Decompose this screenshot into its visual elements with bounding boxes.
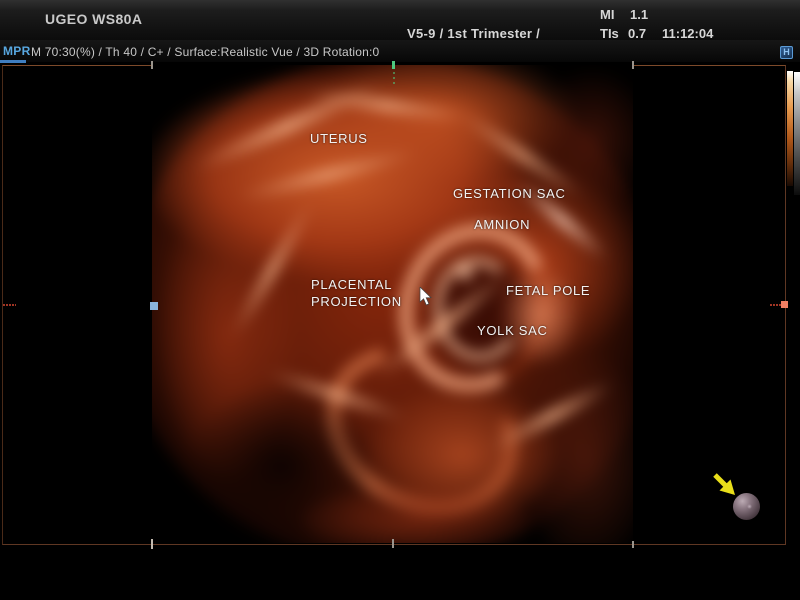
sphere-highlight [747, 504, 752, 509]
colormap-bar-sepia [787, 71, 793, 186]
tick-top-left [151, 61, 153, 69]
mode-badge-mpr[interactable]: MPR [3, 44, 31, 58]
tis-value: 0.7 [628, 26, 646, 41]
colormap-bar-gray [794, 72, 800, 195]
yellow-arrow-icon [711, 471, 741, 501]
plane-marker-right [781, 301, 788, 308]
tick-green-dot [393, 72, 395, 74]
mode-badge-underline [0, 60, 26, 63]
clock: 11:12:04 [662, 26, 713, 41]
window-icon[interactable]: H [780, 46, 793, 59]
annotation-placental-line2: PROJECTION [311, 294, 402, 309]
annotation-amnion: AMNION [474, 217, 530, 232]
annotation-uterus: UTERUS [310, 131, 368, 146]
tick-green-dot [393, 82, 395, 84]
probe-preset: V5-9 / 1st Trimester / [407, 26, 540, 41]
tis-label: TIs [600, 26, 619, 41]
tick-top-center-green [392, 61, 395, 69]
device-name: UGEO WS80A [45, 11, 142, 27]
annotation-fetal-pole: FETAL POLE [506, 283, 590, 298]
mi-value: 1.1 [630, 7, 648, 22]
tick-bottom-center [392, 539, 394, 548]
annotation-placental-projection: PLACENTAL PROJECTION [311, 276, 402, 310]
mi-label: MI [600, 7, 614, 22]
annotation-yolk-sac: YOLK SAC [477, 323, 548, 338]
annotation-gestation-sac: GESTATION SAC [453, 186, 566, 201]
plane-marker-dots-left [3, 304, 16, 306]
tick-green-dot [393, 77, 395, 79]
annotation-placental-line1: PLACENTAL [311, 277, 392, 292]
tick-top-right [632, 61, 634, 69]
tick-bottom-right [632, 541, 634, 548]
cursor-arrow-icon [419, 287, 433, 307]
tick-bottom-left [151, 539, 153, 549]
render-parameters: M 70:30(%) / Th 40 / C+ / Surface:Realis… [31, 45, 379, 59]
title-bar: UGEO WS80A V5-9 / 1st Trimester / MI 1.1… [0, 0, 800, 40]
plane-marker-left[interactable] [150, 302, 158, 310]
